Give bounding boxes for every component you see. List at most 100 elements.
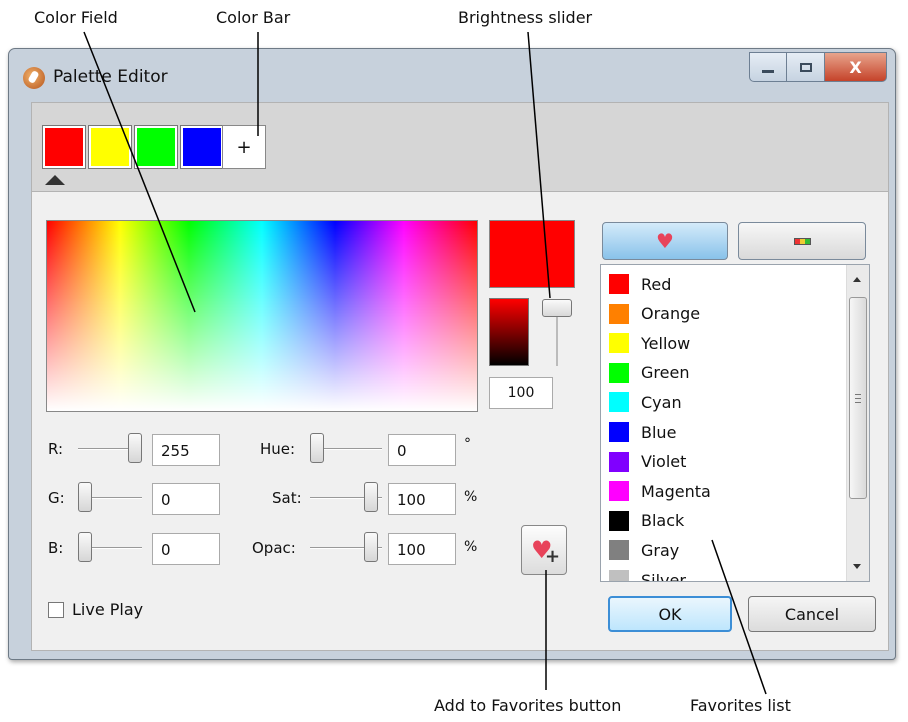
favorite-name: Red bbox=[641, 274, 672, 294]
favorites-list[interactable]: Red Orange Yellow Green Cyan Blue Violet Magent… bbox=[600, 264, 870, 582]
opac-slider-thumb[interactable] bbox=[364, 532, 378, 562]
b-label: B: bbox=[48, 539, 64, 557]
color-preview bbox=[489, 220, 575, 288]
color-bar-swatch[interactable] bbox=[88, 125, 132, 169]
scrollbar-thumb[interactable] bbox=[849, 297, 867, 499]
r-value-field[interactable]: 255 bbox=[152, 434, 220, 466]
live-play-checkbox-box[interactable] bbox=[48, 601, 64, 618]
favorite-swatch bbox=[609, 333, 629, 354]
color-bar-swatch[interactable] bbox=[180, 125, 224, 169]
brightness-slider-thumb[interactable] bbox=[542, 299, 572, 317]
maximize-button[interactable] bbox=[787, 52, 825, 82]
opac-unit: % bbox=[464, 539, 478, 555]
callout-favorites-list: Favorites list bbox=[690, 696, 791, 715]
add-color-button[interactable]: + bbox=[222, 125, 266, 169]
close-button[interactable]: X bbox=[825, 52, 887, 82]
callout-brightness-slider: Brightness slider bbox=[458, 8, 593, 27]
scroll-down-icon[interactable] bbox=[853, 564, 861, 569]
g-slider-thumb[interactable] bbox=[78, 482, 92, 512]
favorites-list-item[interactable]: Cyan bbox=[609, 387, 682, 417]
favorite-swatch bbox=[609, 362, 629, 383]
brightness-gradient bbox=[489, 298, 529, 366]
palette-editor-window: Palette Editor X + 100 R: 255 G: 0 B: 0 bbox=[8, 48, 896, 660]
opac-value-field[interactable]: 100 bbox=[388, 533, 456, 565]
scroll-up-icon[interactable] bbox=[853, 277, 861, 282]
b-slider-thumb[interactable] bbox=[78, 532, 92, 562]
favorite-name: Magenta bbox=[641, 481, 711, 501]
callout-add-to-favorites: Add to Favorites button bbox=[434, 696, 622, 715]
hue-unit: ° bbox=[464, 436, 471, 452]
favorites-list-item[interactable]: Black bbox=[609, 506, 684, 536]
sat-value-field[interactable]: 100 bbox=[388, 483, 456, 515]
callout-color-bar: Color Bar bbox=[216, 8, 291, 27]
favorites-list-item[interactable]: Blue bbox=[609, 417, 676, 447]
maximize-icon bbox=[799, 62, 812, 72]
favorite-swatch bbox=[609, 422, 629, 442]
window-controls: X bbox=[749, 52, 887, 82]
favorites-list-item[interactable]: Orange bbox=[609, 299, 700, 329]
color-bar-swatch[interactable] bbox=[42, 125, 86, 169]
minimize-icon bbox=[762, 69, 774, 73]
heart-icon: ♥ bbox=[656, 229, 674, 253]
favorites-list-item[interactable]: Green bbox=[609, 358, 689, 388]
app-icon bbox=[23, 67, 45, 89]
close-icon: X bbox=[849, 57, 862, 77]
favorite-name: Green bbox=[641, 363, 690, 383]
favorite-name: Violet bbox=[641, 452, 687, 472]
color-field[interactable] bbox=[46, 220, 478, 412]
favorite-swatch bbox=[609, 392, 629, 413]
favorite-name: Orange bbox=[641, 304, 701, 324]
sat-slider-thumb[interactable] bbox=[364, 482, 378, 512]
live-play-checkbox[interactable]: Live Play bbox=[48, 600, 143, 619]
tab-favorites[interactable]: ♥ bbox=[602, 222, 728, 260]
brightness-value-field[interactable]: 100 bbox=[489, 377, 553, 409]
grip-icon bbox=[855, 394, 861, 403]
favorite-swatch bbox=[609, 570, 629, 581]
b-value-field[interactable]: 0 bbox=[152, 533, 220, 565]
title-bar[interactable]: Palette Editor X bbox=[9, 49, 895, 101]
cancel-button[interactable]: Cancel bbox=[748, 596, 876, 632]
color-bar-swatch[interactable] bbox=[134, 125, 178, 169]
hue-label: Hue: bbox=[260, 440, 296, 458]
opac-label: Opac: bbox=[252, 539, 296, 557]
favorite-name: Gray bbox=[641, 540, 680, 560]
plus-icon: + bbox=[545, 546, 561, 567]
favorite-swatch bbox=[609, 274, 629, 294]
sat-unit: % bbox=[464, 489, 478, 505]
favorites-list-item[interactable]: Yellow bbox=[609, 328, 690, 358]
g-value-field[interactable]: 0 bbox=[152, 483, 220, 515]
favorites-list-item[interactable]: Gray bbox=[609, 535, 679, 565]
hue-value-field[interactable]: 0 bbox=[388, 434, 456, 466]
favorites-list-item[interactable]: Magenta bbox=[609, 476, 711, 506]
favorite-swatch bbox=[609, 451, 629, 472]
favorites-list-item[interactable]: Violet bbox=[609, 447, 686, 477]
r-label: R: bbox=[48, 440, 64, 458]
add-to-favorites-button[interactable]: ♥ + bbox=[521, 525, 567, 575]
selected-swatch-indicator bbox=[45, 175, 65, 185]
palette-icon bbox=[793, 237, 811, 245]
favorite-name: Yellow bbox=[641, 333, 691, 353]
favorite-name: Blue bbox=[641, 422, 677, 442]
favorite-name: Cyan bbox=[641, 392, 682, 412]
window-title: Palette Editor bbox=[53, 67, 168, 87]
sat-label: Sat: bbox=[272, 489, 302, 507]
favorites-list-item[interactable]: Silver bbox=[609, 565, 686, 582]
favorites-list-item[interactable]: Red bbox=[609, 269, 671, 299]
favorite-swatch bbox=[609, 481, 629, 502]
minimize-button[interactable] bbox=[749, 52, 787, 82]
r-slider-thumb[interactable] bbox=[128, 433, 142, 463]
editor-body: 100 R: 255 G: 0 B: 0 Hue: 0 ° Sat: 100 %… bbox=[31, 192, 889, 651]
hue-slider-thumb[interactable] bbox=[310, 433, 324, 463]
tab-palettes[interactable] bbox=[738, 222, 866, 260]
callout-color-field: Color Field bbox=[34, 8, 118, 27]
ok-button[interactable]: OK bbox=[608, 596, 732, 632]
favorite-swatch bbox=[609, 510, 629, 531]
favorite-name: Black bbox=[641, 511, 685, 531]
g-label: G: bbox=[48, 489, 65, 507]
favorite-name: Silver bbox=[641, 570, 686, 582]
color-bar: + bbox=[31, 102, 889, 192]
favorite-swatch bbox=[609, 540, 629, 561]
live-play-label: Live Play bbox=[72, 600, 144, 619]
favorite-swatch bbox=[609, 303, 629, 324]
favorites-scrollbar[interactable] bbox=[846, 265, 869, 581]
